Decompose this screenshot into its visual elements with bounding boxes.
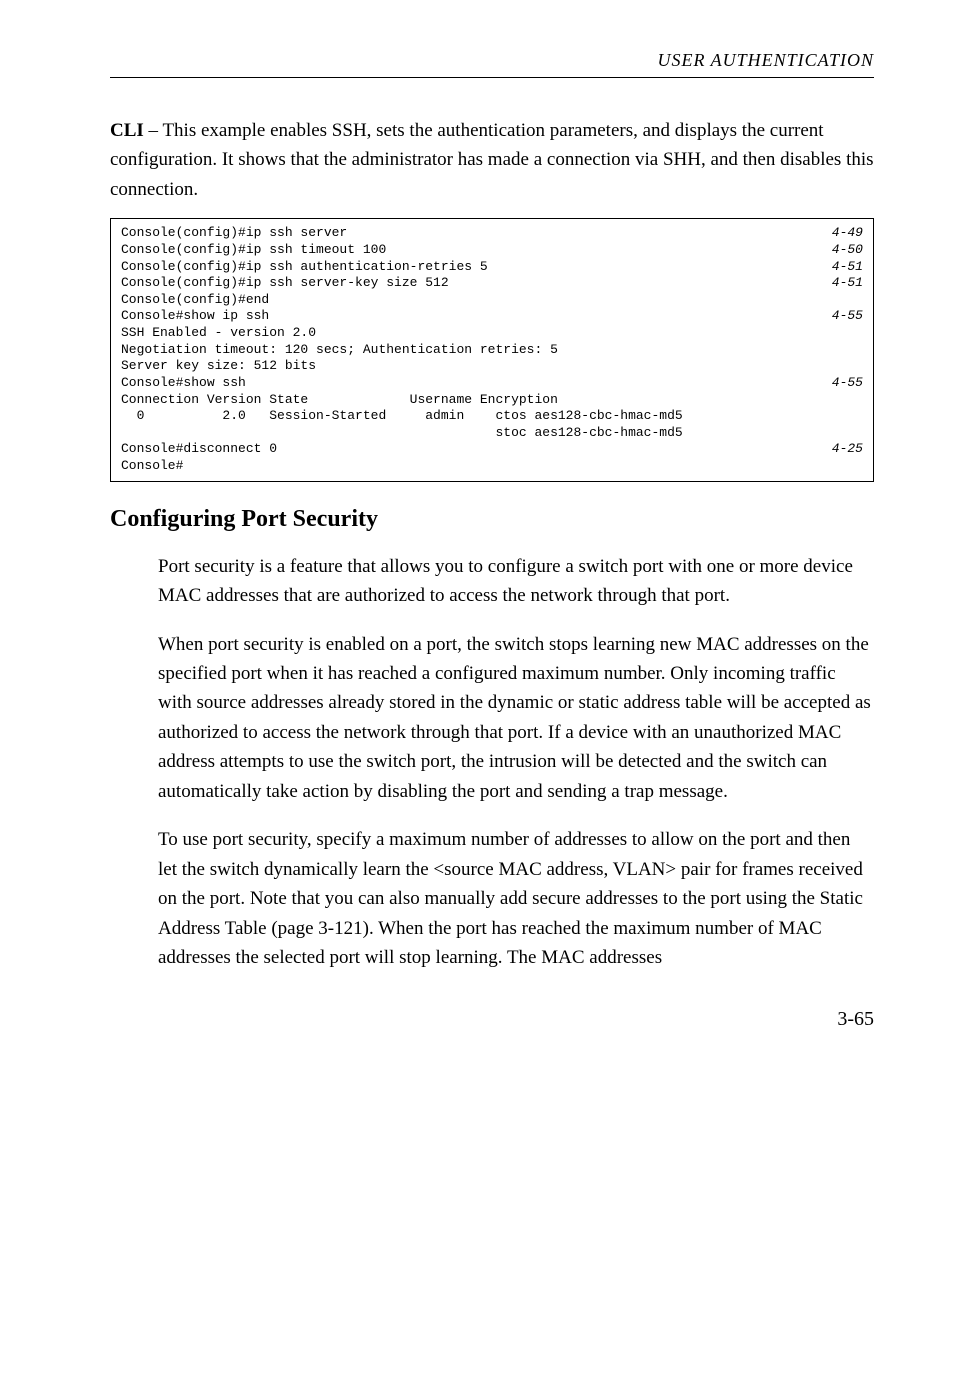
code-line: Console#show ip ssh 4-55: [121, 308, 863, 325]
section-para-1: Port security is a feature that allows y…: [158, 552, 874, 611]
code-line: Console(config)#ip ssh server-key size 5…: [121, 275, 863, 292]
section-para-2: When port security is enabled on a port,…: [158, 630, 874, 807]
code-ref: [847, 358, 863, 375]
header-rule: [110, 77, 874, 78]
code-text: Console(config)#ip ssh server-key size 5…: [121, 275, 449, 292]
code-line: stoc aes128-cbc-hmac-md5: [121, 425, 863, 442]
running-header: USER AUTHENTICATION: [110, 50, 874, 71]
cli-label: CLI: [110, 120, 144, 141]
code-line: Console(config)#ip ssh timeout 100 4-50: [121, 242, 863, 259]
code-ref: 4-55: [816, 308, 863, 325]
code-ref: [847, 425, 863, 442]
code-line: Negotiation timeout: 120 secs; Authentic…: [121, 342, 863, 359]
code-line: Console(config)#ip ssh server 4-49: [121, 225, 863, 242]
code-line: Console(config)#end: [121, 292, 863, 309]
code-text: SSH Enabled - version 2.0: [121, 325, 316, 342]
code-ref: 4-51: [816, 259, 863, 276]
code-text: Console#show ip ssh: [121, 308, 269, 325]
code-ref: 4-55: [816, 375, 863, 392]
code-text: Console(config)#end: [121, 292, 269, 309]
intro-text: – This example enables SSH, sets the aut…: [110, 120, 874, 200]
code-line: 0 2.0 Session-Started admin ctos aes128-…: [121, 408, 863, 425]
running-header-text: USER AUTHENTICATION: [657, 50, 874, 70]
code-ref: [847, 325, 863, 342]
code-block: Console(config)#ip ssh server4-49Console…: [110, 218, 874, 481]
code-ref: 4-49: [816, 225, 863, 242]
section-para-3: To use port security, specify a maximum …: [158, 825, 874, 972]
code-line: Server key size: 512 bits: [121, 358, 863, 375]
code-text: Connection Version State Username Encryp…: [121, 392, 558, 409]
code-line: Console(config)#ip ssh authentication-re…: [121, 259, 863, 276]
code-text: 0 2.0 Session-Started admin ctos aes128-…: [121, 408, 683, 425]
code-ref: [847, 392, 863, 409]
code-ref: [847, 458, 863, 475]
code-line: Console#disconnect 0 4-25: [121, 441, 863, 458]
code-text: Console#show ssh: [121, 375, 246, 392]
code-line: SSH Enabled - version 2.0: [121, 325, 863, 342]
section-heading: Configuring Port Security: [110, 506, 874, 533]
code-ref: 4-25: [816, 441, 863, 458]
code-text: Negotiation timeout: 120 secs; Authentic…: [121, 342, 558, 359]
page-number: 3-65: [110, 1008, 874, 1031]
code-text: Console#disconnect 0: [121, 441, 277, 458]
code-ref: [847, 342, 863, 359]
code-line: Console#show ssh 4-55: [121, 375, 863, 392]
code-text: Server key size: 512 bits: [121, 358, 316, 375]
intro-paragraph: CLI – This example enables SSH, sets the…: [110, 116, 874, 204]
code-text: Console(config)#ip ssh authentication-re…: [121, 259, 488, 276]
code-text: Console(config)#ip ssh timeout 100: [121, 242, 386, 259]
code-text: stoc aes128-cbc-hmac-md5: [121, 425, 683, 442]
code-ref: 4-50: [816, 242, 863, 259]
code-text: Console(config)#ip ssh server: [121, 225, 347, 242]
code-ref: 4-51: [816, 275, 863, 292]
code-line: Connection Version State Username Encryp…: [121, 392, 863, 409]
code-text: Console#: [121, 458, 183, 475]
code-ref: [847, 408, 863, 425]
code-ref: [847, 292, 863, 309]
code-line: Console#: [121, 458, 863, 475]
